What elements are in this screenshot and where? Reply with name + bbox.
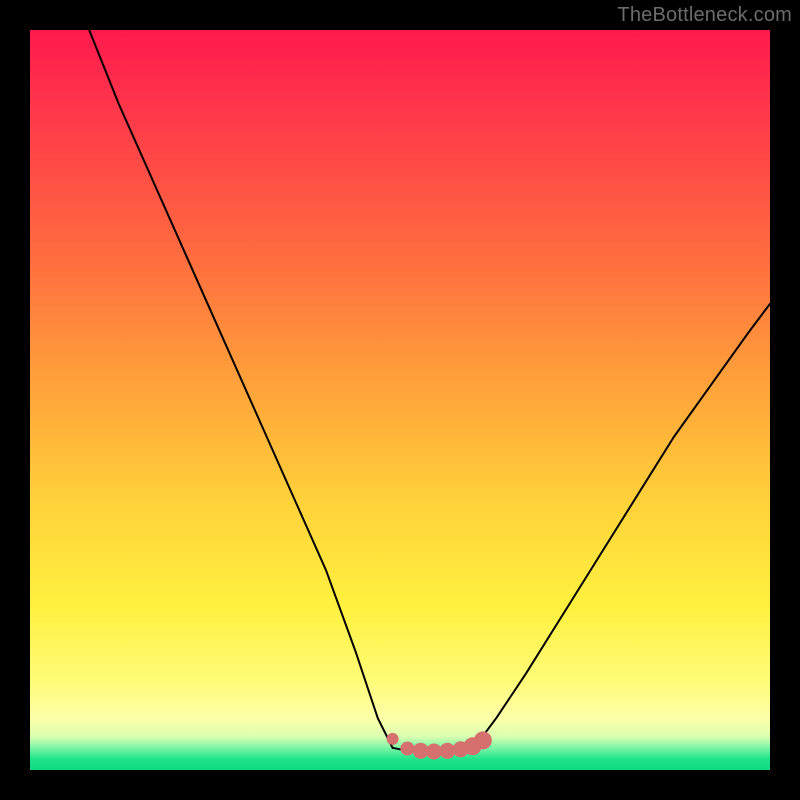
- valley-dot-1: [400, 742, 414, 756]
- chart-svg: [30, 30, 770, 770]
- series-right-branch: [474, 304, 770, 748]
- plot-area: [30, 30, 770, 770]
- watermark-text: TheBottleneck.com: [617, 4, 792, 27]
- marker-layer: [387, 731, 492, 759]
- curve-layer: [89, 30, 770, 752]
- valley-dot-0: [387, 733, 399, 745]
- series-left-branch: [89, 30, 392, 748]
- valley-dot-7: [474, 731, 492, 749]
- chart-frame: TheBottleneck.com: [0, 0, 800, 800]
